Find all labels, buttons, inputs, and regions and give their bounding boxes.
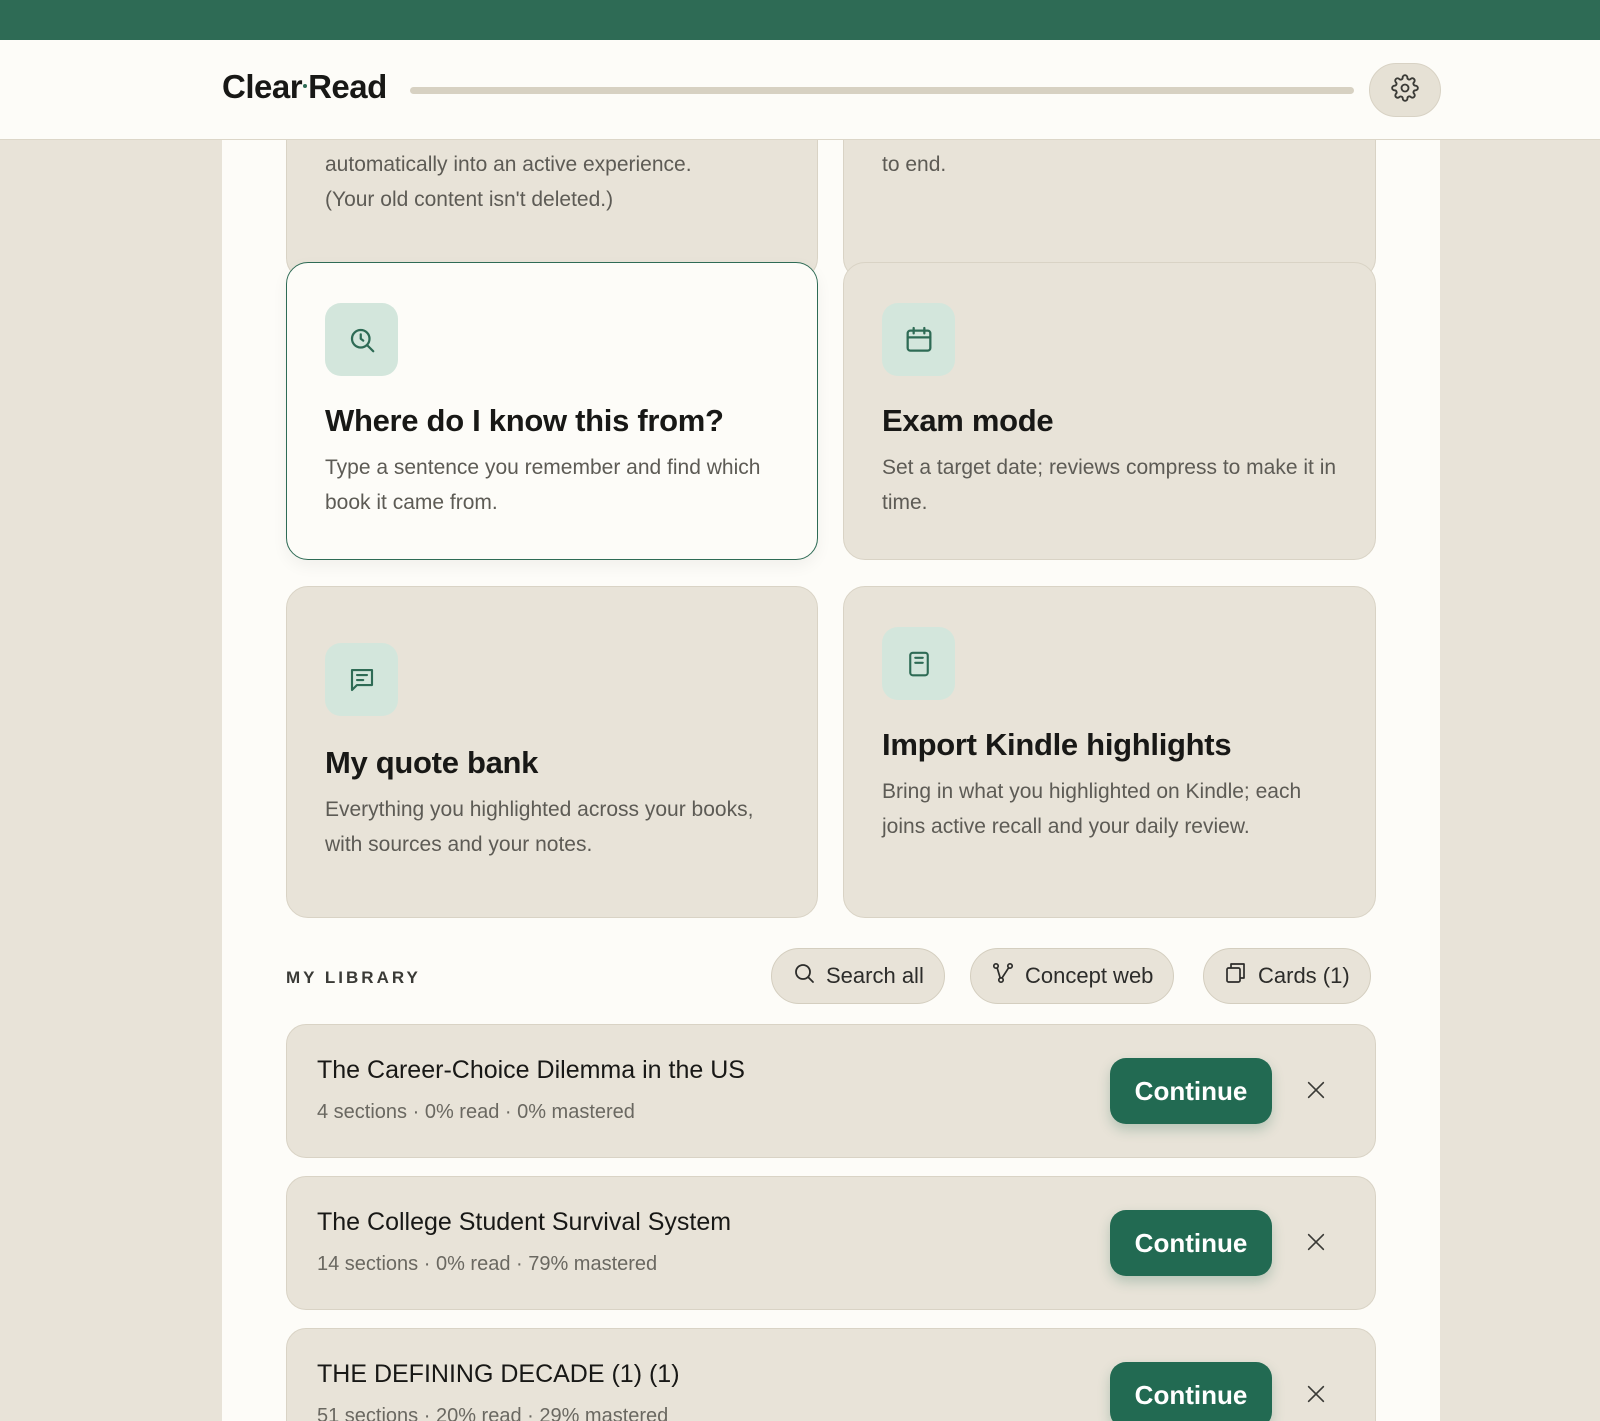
feature-card-exam-mode[interactable]: Exam mode Set a target date; reviews com… [843,262,1376,560]
continue-button[interactable]: Continue [1110,1058,1272,1124]
feature-card-desc: Type a sentence you remember and find wh… [325,456,761,514]
book-icon [882,627,955,700]
remove-item-button[interactable] [1299,1379,1333,1413]
feature-card-import-kindle[interactable]: Import Kindle highlights Bring in what y… [843,586,1376,918]
search-all-button[interactable]: Search all [771,948,945,1004]
search-clock-icon [325,303,398,376]
library-item-title: The Career-Choice Dilemma in the US [317,1056,745,1084]
library-item-meta: 4 sections · 0% read · 0% mastered [317,1101,635,1123]
feature-card-desc: automatically into an active experience.… [325,147,795,217]
feature-card-title: Exam mode [882,403,1054,438]
remove-item-button[interactable] [1299,1227,1333,1261]
feature-card-title: Where do I know this from? [325,403,724,438]
top-accent-bar [0,0,1600,40]
library-item-title: The College Student Survival System [317,1208,732,1236]
reading-progress-bar [410,87,1354,94]
library-section-label: MY LIBRARY [286,968,421,987]
feature-card-desc: to end. [882,147,1342,182]
app-logo[interactable]: Clear Read [222,68,387,106]
library-item-meta: 51 sections · 20% read · 29% mastered [317,1405,669,1421]
feature-card-title: Import Kindle highlights [882,727,1232,762]
feature-card-quote-bank[interactable]: My quote bank Everything you highlighted… [286,586,818,918]
concept-web-button[interactable]: Concept web [970,948,1175,1004]
cards-label: Cards (1) [1258,963,1350,988]
library-item[interactable]: The Career-Choice Dilemma in the US 4 se… [286,1024,1376,1158]
library-item[interactable]: THE DEFINING DECADE (1) (1) 51 sections … [286,1328,1376,1421]
library-item-title: THE DEFINING DECADE (1) (1) [317,1360,680,1388]
feature-card-desc: Bring in what you highlighted on Kindle;… [882,780,1302,838]
feature-card-desc: Set a target date; reviews compress to m… [882,456,1337,514]
desc-line: (Your old content isn't deleted.) [325,188,614,211]
gear-icon [1391,73,1419,107]
feature-card-title: My quote bank [325,745,539,780]
feature-card-partial-right[interactable]: to end. [843,140,1376,280]
desc-line: automatically into an active experience. [325,153,692,176]
concept-web-label: Concept web [1025,963,1154,988]
feature-card-where-from[interactable]: Where do I know this from? Type a senten… [286,262,818,560]
remove-item-button[interactable] [1299,1075,1333,1109]
search-all-label: Search all [826,963,924,988]
quote-icon [325,643,398,716]
feature-card-partial-left[interactable]: automatically into an active experience.… [286,140,818,280]
continue-button[interactable]: Continue [1110,1362,1272,1421]
library-item-meta: 14 sections · 0% read · 79% mastered [317,1253,658,1275]
settings-button[interactable] [1369,63,1441,117]
desc-line: to end. [882,153,947,176]
close-icon [1305,1231,1327,1258]
continue-button[interactable]: Continue [1110,1210,1272,1276]
close-icon [1305,1383,1327,1410]
concept-web-icon [991,961,1015,991]
library-item[interactable]: The College Student Survival System 14 s… [286,1176,1376,1310]
cards-icon [1224,961,1248,991]
search-icon [792,961,816,991]
app-header: Clear Read [0,40,1600,140]
close-icon [1305,1079,1327,1106]
cards-button[interactable]: Cards (1) [1203,948,1371,1004]
calendar-icon [882,303,955,376]
feature-card-desc: Everything you highlighted across your b… [325,798,754,856]
main-content: automatically into an active experience.… [222,140,1440,1421]
